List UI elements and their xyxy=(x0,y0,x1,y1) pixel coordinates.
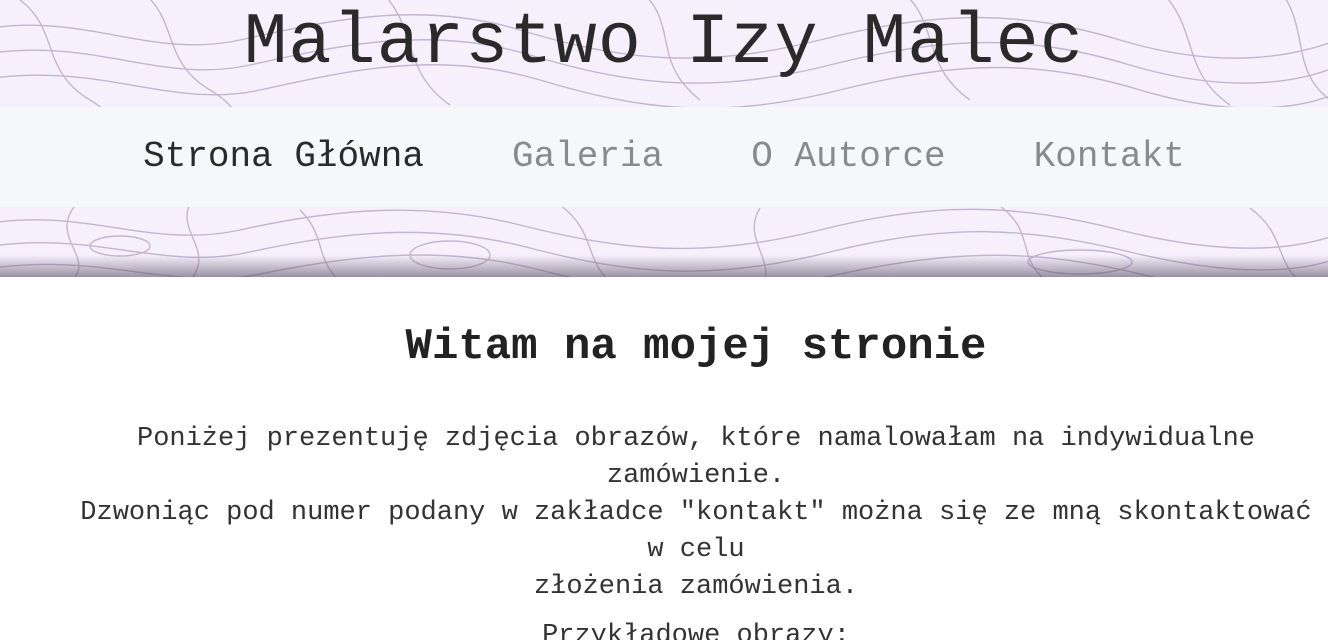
nav-item-gallery[interactable]: Galeria xyxy=(468,107,707,207)
site-header: Malarstwo Izy Malec Strona Główna Galeri… xyxy=(0,0,1328,277)
examples-label: Przykładowe obrazy: xyxy=(542,621,850,640)
main-content: Witam na mojej stronie Poniżej prezentuj… xyxy=(0,319,1328,640)
main-navigation: Strona Główna Galeria O Autorce Kontakt xyxy=(0,107,1328,207)
nav-item-home[interactable]: Strona Główna xyxy=(99,107,468,207)
welcome-heading: Witam na mojej stronie xyxy=(405,322,987,372)
intro-line: Poniżej prezentuję zdjęcia obrazów, któr… xyxy=(137,424,1255,491)
site-title: Malarstwo Izy Malec xyxy=(244,2,1084,84)
intro-line: złożenia zamówienia. xyxy=(533,572,859,602)
header-bottom-shadow xyxy=(0,255,1328,277)
intro-paragraph: Poniżej prezentuję zdjęcia obrazów, któr… xyxy=(2,421,1326,606)
intro-line: Dzwoniąc pod numer podany w zakładce "ko… xyxy=(80,498,1312,565)
nav-item-about-author[interactable]: O Autorce xyxy=(707,107,989,207)
nav-item-contact[interactable]: Kontakt xyxy=(990,107,1229,207)
